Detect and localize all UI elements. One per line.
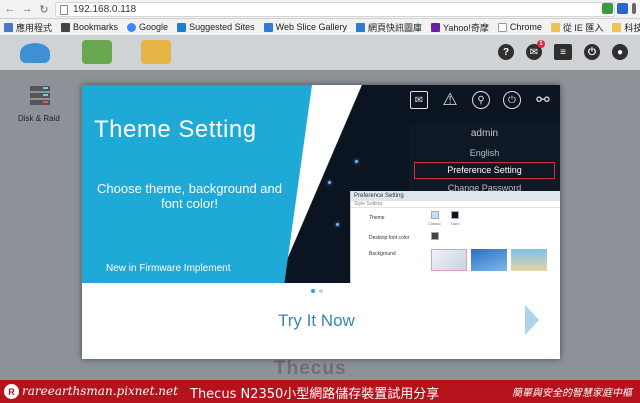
bing-icon: [177, 22, 187, 32]
theme-dark-swatch: [451, 211, 459, 219]
brand-watermark: Thecus: [274, 358, 347, 379]
next-arrow-icon[interactable]: [525, 305, 539, 335]
bookmark-item[interactable]: 網頁快訊圖庫: [355, 21, 422, 34]
bookmark-item[interactable]: 應用程式: [4, 21, 52, 34]
nas-top-bar: ? 1 ✉ ≡ ⏻ ●: [0, 36, 640, 70]
pref-tab: Style Setting: [351, 201, 560, 208]
pref-theme-label: Theme: [369, 215, 385, 221]
folder-icon: [550, 22, 560, 32]
folder-icon: [612, 22, 622, 32]
banner-headline: Thecus N2350小型網路儲存裝置試用分享: [190, 387, 440, 402]
user-icon[interactable]: ●: [612, 44, 628, 60]
power-icon[interactable]: ⏻: [584, 44, 600, 60]
grid-icon: [355, 22, 365, 32]
bookmark-item[interactable]: Yahoo!奇摩: [430, 21, 489, 34]
bookmark-item[interactable]: Chrome: [497, 22, 542, 32]
extension-icon[interactable]: [617, 3, 628, 14]
url-text: 192.168.0.118: [73, 4, 137, 15]
banner-site: rareearthsman.pixnet.net: [22, 384, 178, 398]
url-input[interactable]: 192.168.0.118 ☆: [55, 2, 615, 17]
decor-dot: [355, 160, 358, 163]
blog-logo-icon: R: [4, 384, 19, 399]
background-thumb: [471, 249, 507, 271]
warning-icon: ⚠: [442, 90, 458, 109]
pref-background-label: Background: [369, 251, 396, 257]
monitor-icon[interactable]: ≡: [554, 44, 572, 60]
preference-panel-preview: Preference Setting Style Setting Theme C…: [350, 191, 560, 283]
extension-icon[interactable]: [602, 3, 613, 14]
address-bar: ← → ↻ 192.168.0.118 ☆: [0, 0, 640, 19]
apps-icon: [4, 22, 13, 32]
carousel-dot[interactable]: [319, 289, 323, 293]
carousel-slide: Theme Setting Choose theme, background a…: [82, 85, 560, 283]
try-it-now-button[interactable]: Try It Now: [278, 311, 355, 331]
user-menu-preview: admin English Preference Setting Change …: [409, 124, 560, 194]
pref-header: Preference Setting: [351, 191, 560, 201]
folder-icon[interactable]: [141, 40, 171, 64]
bookmark-item[interactable]: Suggested Sites: [177, 22, 255, 32]
page-icon: [60, 4, 68, 15]
search-icon: ⚲: [472, 91, 490, 109]
power-icon: ⏻: [503, 91, 521, 109]
bookmarks-bar: 應用程式 Bookmarks Google Suggested Sites We…: [0, 19, 640, 36]
menu-user: admin: [470, 128, 499, 139]
reload-icon[interactable]: ↻: [37, 2, 51, 16]
cloud-icon[interactable]: [20, 43, 50, 63]
app-center-icon[interactable]: [82, 40, 112, 64]
mail-icon: ✉: [410, 91, 428, 109]
menu-preference: Preference Setting: [414, 162, 555, 179]
blog-banner: R rareearthsman.pixnet.net Thecus N2350小…: [0, 380, 640, 403]
notification-badge: 1: [537, 40, 545, 48]
help-icon[interactable]: ?: [498, 44, 514, 60]
background-thumb: [511, 249, 547, 271]
yahoo-icon: [430, 22, 440, 32]
font-color-swatch: [431, 232, 439, 240]
theme-classic-caption: Classic: [428, 221, 441, 226]
menu-icon[interactable]: [632, 3, 636, 14]
slide-footer: New in Firmware Implement: [106, 263, 231, 274]
carousel-dot[interactable]: [311, 289, 315, 293]
banner-tagline: 簡單與安全的智慧家庭中樞: [512, 388, 632, 399]
bookmark-item[interactable]: Web Slice Gallery: [263, 22, 347, 32]
user-icon: ⚯: [536, 92, 550, 109]
disk-raid-label: Disk & Raid: [18, 114, 60, 123]
menu-language: English: [469, 148, 500, 158]
slide-title: Theme Setting: [94, 116, 257, 143]
background-thumb: [431, 249, 467, 271]
slide-subtitle: Choose theme, background and font color!: [96, 181, 282, 211]
pref-font-color-label: Desktop font color: [369, 235, 410, 241]
grid-icon: [263, 22, 273, 32]
bookmark-item[interactable]: Google: [127, 22, 168, 32]
forward-icon[interactable]: →: [20, 2, 34, 16]
theme-setting-modal: Theme Setting Choose theme, background a…: [82, 85, 560, 359]
bookmark-item[interactable]: Bookmarks: [61, 22, 118, 32]
back-icon[interactable]: ←: [3, 2, 17, 16]
bookmark-folder[interactable]: 從 IE 匯入: [550, 21, 603, 34]
theme-classic-swatch: [431, 211, 439, 219]
page-icon: [497, 22, 507, 32]
bookmark-folder[interactable]: 科技: [612, 21, 640, 34]
disk-raid-icon[interactable]: [27, 84, 53, 108]
decor-dot: [328, 181, 331, 184]
preview-toolbar: ✉ ⚠ ⚲ ⏻ ⚯: [410, 90, 552, 109]
google-icon: [127, 22, 137, 32]
decor-dot: [336, 223, 339, 226]
notification-icon[interactable]: 1 ✉: [526, 40, 545, 60]
theme-dark-caption: Dark: [451, 221, 460, 226]
star-icon: [61, 22, 71, 32]
carousel-dots: [311, 289, 323, 293]
